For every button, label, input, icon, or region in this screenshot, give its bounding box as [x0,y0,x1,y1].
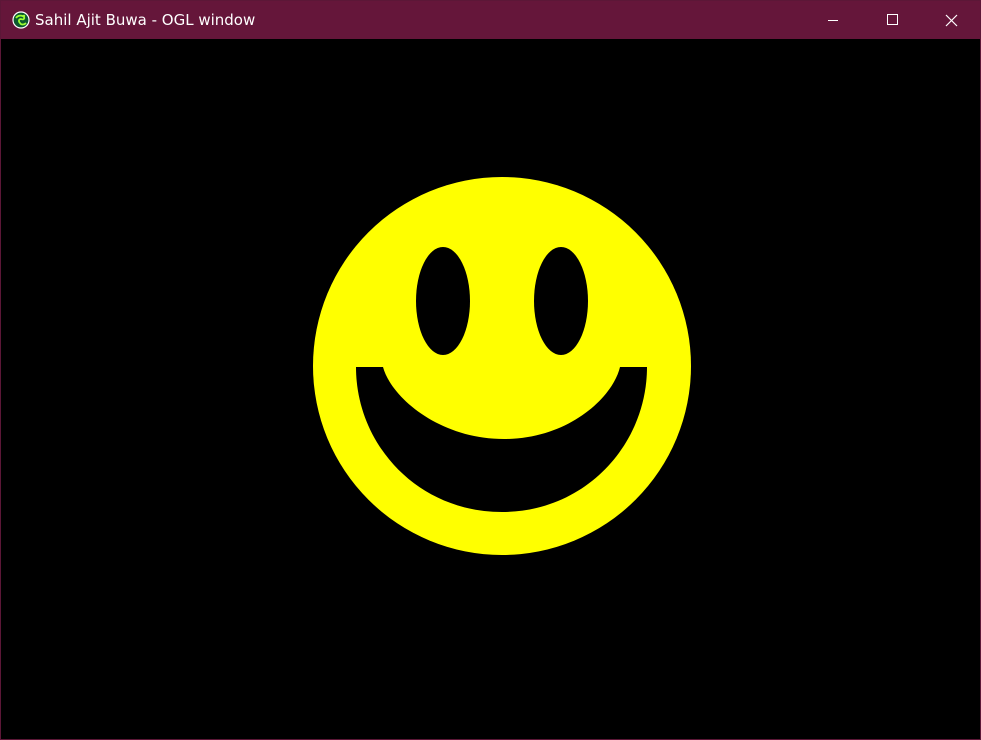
globe-icon [12,11,30,29]
close-button[interactable] [921,1,979,39]
maximize-icon [887,14,898,25]
window-title: Sahil Ajit Buwa - OGL window [35,11,256,29]
minimize-icon [828,20,838,21]
right-eye [534,247,588,355]
ogl-window: Sahil Ajit Buwa - OGL window [0,0,981,740]
title-bar[interactable]: Sahil Ajit Buwa - OGL window [1,1,980,39]
left-eye [416,247,470,355]
smiley-drawing [313,177,691,555]
minimize-button[interactable] [804,1,862,39]
close-icon [945,14,958,27]
opengl-canvas[interactable] [1,39,980,739]
maximize-button[interactable] [862,1,920,39]
